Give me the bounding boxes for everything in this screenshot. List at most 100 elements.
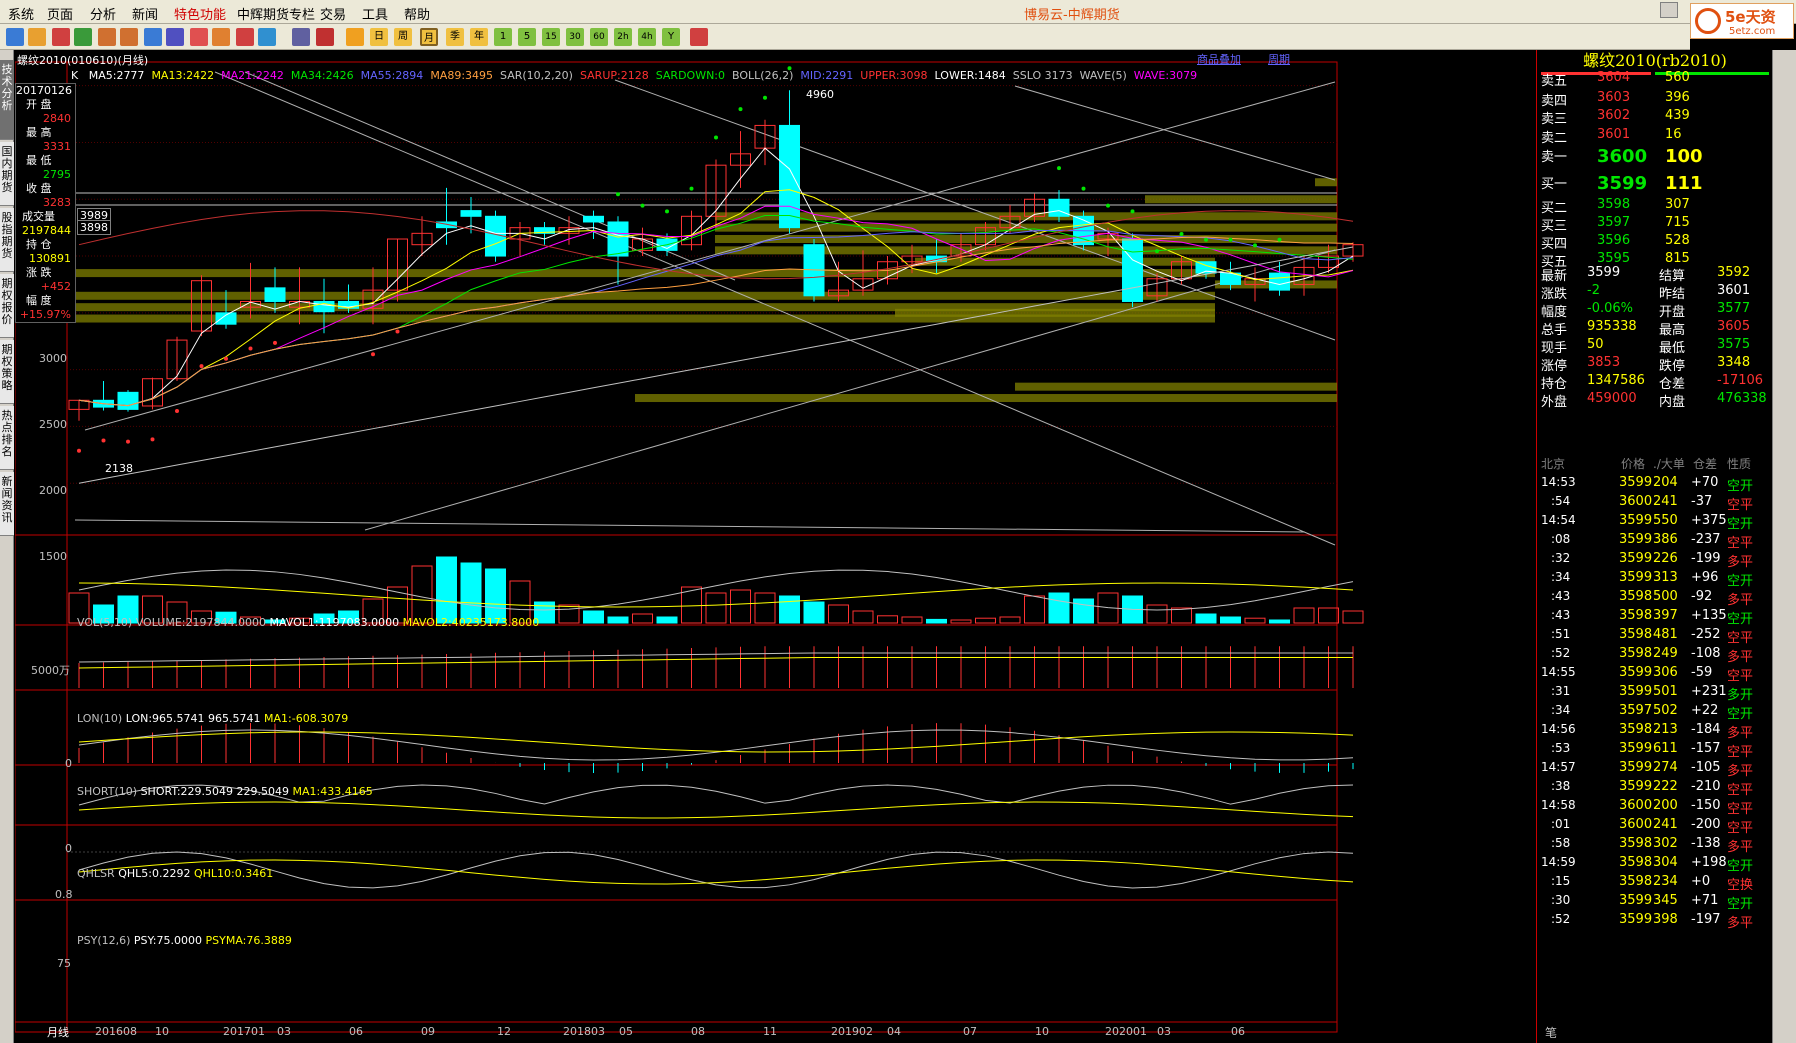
period-4h[interactable]: 4h xyxy=(638,28,656,46)
period-year[interactable]: 年 xyxy=(470,28,488,46)
tick-oi-change: +70 xyxy=(1691,475,1719,490)
right-scrollbar[interactable] xyxy=(1772,50,1796,1043)
tick-price: 3600 xyxy=(1619,798,1653,813)
tick-volume: 213 xyxy=(1653,722,1678,737)
tick-price: 3598 xyxy=(1619,589,1653,604)
period-5min[interactable]: 5 xyxy=(518,28,536,46)
kline-chart-area[interactable]: 螺纹2010(010610)(月线) 商品叠加 周期 K MA5:2777 MA… xyxy=(15,50,1535,1043)
period-30min[interactable]: 30 xyxy=(566,28,584,46)
period-day[interactable]: 日 xyxy=(370,28,388,46)
time-axis-label: 10 xyxy=(1035,1025,1049,1038)
sar-dot xyxy=(371,352,375,357)
ask-label: 卖二 xyxy=(1541,131,1568,146)
sidebar-tab-option-quote[interactable]: 期权报价 xyxy=(0,274,14,338)
tick-volume: 200 xyxy=(1653,798,1678,813)
sidebar-tab-hot[interactable]: 热点排名 xyxy=(0,406,14,470)
period-quarter[interactable]: 季 xyxy=(446,28,464,46)
menu-special[interactable]: 特色功能 xyxy=(174,4,226,23)
chart-canvas[interactable] xyxy=(15,50,1535,1043)
pin-icon[interactable] xyxy=(236,28,254,46)
left-sidebar: 技术分析 国内期货 股指期货 期权报价 期权策略 热点排名 新闻资讯 xyxy=(0,50,14,1043)
menu-tools[interactable]: 工具 xyxy=(362,4,388,23)
legend-wave: WAVE(5) xyxy=(1079,69,1127,82)
tick-price: 3598 xyxy=(1619,627,1653,642)
qhlsr-name: QHLSR xyxy=(77,867,115,880)
bars-icon[interactable] xyxy=(316,28,334,46)
menu-news[interactable]: 新闻 xyxy=(132,4,158,23)
support-band xyxy=(895,308,1215,317)
menu-analysis[interactable]: 分析 xyxy=(90,4,116,23)
bid-row: 买二 3598 307 xyxy=(1537,196,1773,216)
time-axis-label: 201608 xyxy=(95,1025,137,1038)
list-icon[interactable] xyxy=(292,28,310,46)
refresh-icon[interactable] xyxy=(52,28,70,46)
menu-page[interactable]: 页面 xyxy=(47,4,73,23)
sidebar-tab-index[interactable]: 股指期货 xyxy=(0,208,14,272)
menu-trade[interactable]: 交易 xyxy=(320,4,346,23)
volume-bar xyxy=(1048,592,1070,624)
period-1min[interactable]: 1 xyxy=(494,28,512,46)
sar-dot xyxy=(150,437,155,442)
minimize-icon[interactable] xyxy=(1660,2,1678,18)
psy-axis-label: 75 xyxy=(57,957,71,970)
sar-dot xyxy=(248,346,253,351)
volume-bar xyxy=(950,619,972,624)
bid-row: 买一 3599 111 xyxy=(1537,172,1773,194)
tick-row: :54 3600 241 -37 空平 xyxy=(1537,493,1773,513)
ask-row: 卖四 3603 396 xyxy=(1537,89,1773,109)
tick-tab[interactable]: 笔 xyxy=(1545,1024,1557,1041)
tick-price: 3598 xyxy=(1619,722,1653,737)
sar-dot xyxy=(1277,237,1282,242)
back-icon[interactable] xyxy=(6,28,24,46)
time-axis-label: 201902 xyxy=(831,1025,873,1038)
tick-icon[interactable] xyxy=(346,28,364,46)
tick-time: :53 xyxy=(1551,741,1571,755)
sidebar-tab-tech[interactable]: 技术分析 xyxy=(0,60,14,140)
tick-price: 3599 xyxy=(1619,513,1653,528)
tick-row: 14:59 3598 304 +198 空开 xyxy=(1537,854,1773,874)
period-custom[interactable]: Y xyxy=(662,28,680,46)
tick-oi-change: +22 xyxy=(1691,703,1719,718)
tick-row: :34 3599 313 +96 空开 xyxy=(1537,569,1773,589)
layout-icon[interactable] xyxy=(166,28,184,46)
tick-oi-change: -105 xyxy=(1691,760,1721,775)
sar-dot xyxy=(224,356,228,361)
period-week[interactable]: 周 xyxy=(394,28,412,46)
zoom-in-icon[interactable] xyxy=(98,28,116,46)
sar-dot xyxy=(1253,243,1257,248)
new-icon[interactable] xyxy=(258,28,276,46)
settings-icon[interactable] xyxy=(690,28,708,46)
overlay-link[interactable]: 商品叠加 xyxy=(1197,51,1241,67)
zoom-out-icon[interactable] xyxy=(120,28,138,46)
tick-row: :31 3599 501 +231 多开 xyxy=(1537,683,1773,703)
period-15min[interactable]: 15 xyxy=(542,28,560,46)
sidebar-tab-domestic[interactable]: 国内期货 xyxy=(0,142,14,206)
short-ma1: MA1:433.4165 xyxy=(292,785,373,798)
period-2h[interactable]: 2h xyxy=(614,28,632,46)
draw-icon[interactable] xyxy=(212,28,230,46)
tick-nature: 空开 xyxy=(1727,612,1754,627)
tick-price: 3598 xyxy=(1619,836,1653,851)
period-link[interactable]: 周期 xyxy=(1268,51,1290,67)
tick-time: 14:58 xyxy=(1541,798,1576,812)
menu-zhonghui[interactable]: 中辉期货专栏 xyxy=(237,4,315,23)
sidebar-tab-option-strategy[interactable]: 期权策略 xyxy=(0,340,14,404)
main-indicator-legend: K MA5:2777 MA13:2422 MA21:2242 MA34:2426… xyxy=(71,69,1197,82)
cycle-icon[interactable] xyxy=(74,28,92,46)
period-60min[interactable]: 60 xyxy=(590,28,608,46)
tick-nature: 多平 xyxy=(1727,555,1754,570)
sidebar-tab-news[interactable]: 新闻资讯 xyxy=(0,472,14,536)
menu-help[interactable]: 帮助 xyxy=(404,4,430,23)
crosshair-icon[interactable] xyxy=(144,28,162,46)
home-icon[interactable] xyxy=(28,28,46,46)
tick-row: :01 3600 241 -200 空平 xyxy=(1537,816,1773,836)
period-month[interactable]: 月 xyxy=(420,28,438,46)
menu-system[interactable]: 系统 xyxy=(8,4,34,23)
tick-oi-change: +96 xyxy=(1691,570,1719,585)
pen-icon[interactable] xyxy=(190,28,208,46)
ask-volume: 100 xyxy=(1665,146,1703,167)
tick-nature: 空开 xyxy=(1727,517,1754,532)
info-open-label: 开 盘 xyxy=(26,98,52,111)
volume-bar xyxy=(779,595,800,624)
info-change-label: 涨 跌 xyxy=(26,266,52,279)
